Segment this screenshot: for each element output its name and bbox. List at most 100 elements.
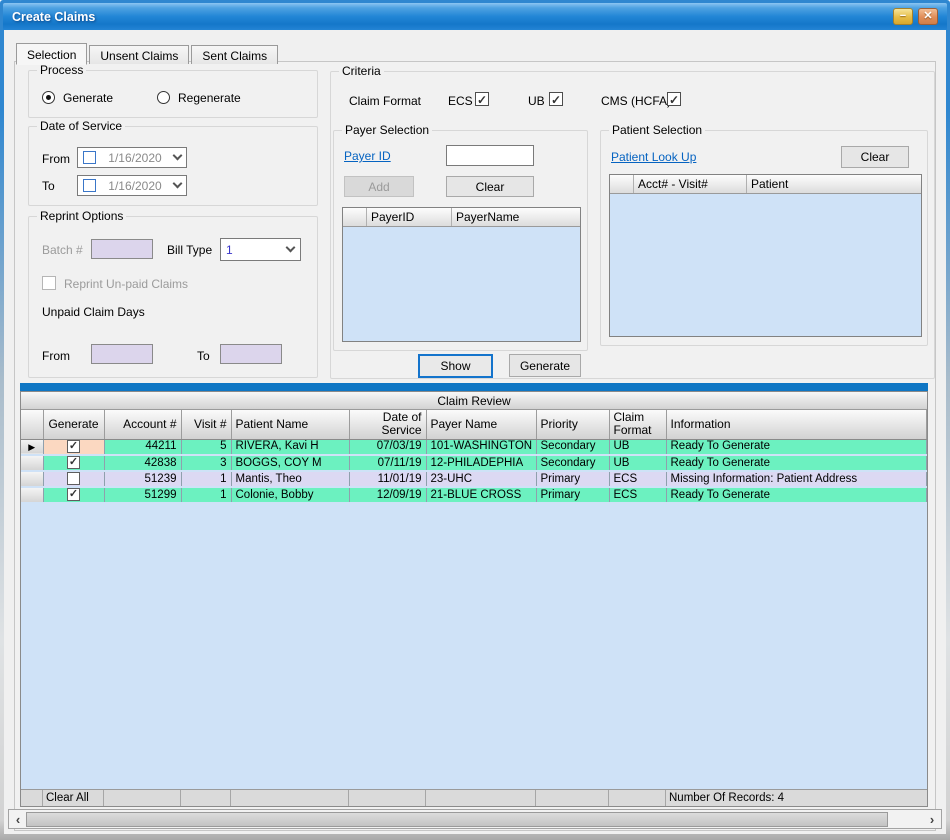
payer-grid[interactable]: PayerID PayerName <box>342 207 581 342</box>
unpaid-claim-days-label: Unpaid Claim Days <box>42 305 145 319</box>
tab-selection[interactable]: Selection <box>16 43 87 65</box>
client-area: Selection Unsent Claims Sent Claims Proc… <box>4 30 946 834</box>
grid-empty-area[interactable] <box>21 504 927 789</box>
payer-grid-header: PayerID PayerName <box>343 208 580 227</box>
table-row[interactable]: ▶ 42838 3 BOGGS, COY M 07/11/19 12-PHILA… <box>21 455 927 471</box>
scrollbar-thumb[interactable] <box>26 812 888 827</box>
tab-unsent-claims[interactable]: Unsent Claims <box>89 45 189 64</box>
column-header-patient-name[interactable]: Patient Name <box>231 410 349 439</box>
column-header-priority[interactable]: Priority <box>536 410 609 439</box>
claim-review-grid[interactable]: Claim Review Generate Account # Visit # … <box>20 391 928 807</box>
payer-grid-body[interactable] <box>343 227 580 341</box>
generate-checkbox[interactable] <box>67 472 80 485</box>
row-selector-cell[interactable]: ▶ <box>21 471 43 487</box>
payer-name-cell: 23-UHC <box>426 471 536 487</box>
payer-grid-header-payerid[interactable]: PayerID <box>367 208 452 226</box>
minimize-button[interactable]: − <box>893 8 913 25</box>
claim-format-cell: UB <box>609 455 666 471</box>
checkbox-ecs[interactable] <box>475 92 489 106</box>
dos-to-value: 1/16/2020 <box>101 179 169 193</box>
dos-from-date-picker[interactable]: 1/16/2020 <box>77 147 187 168</box>
date-checkbox[interactable] <box>83 179 96 192</box>
patient-grid-header-patient[interactable]: Patient <box>747 175 921 193</box>
visit-cell: 1 <box>181 471 231 487</box>
group-reprint-options-label: Reprint Options <box>37 209 126 223</box>
payer-id-input[interactable] <box>446 145 534 166</box>
unpaid-from-input[interactable] <box>91 344 153 364</box>
column-header-claim-format[interactable]: Claim Format <box>609 410 666 439</box>
generate-button[interactable]: Generate <box>509 354 581 377</box>
group-patient-selection-label: Patient Selection <box>609 123 705 137</box>
checkbox-ecs-label: ECS <box>448 94 473 108</box>
generate-cell[interactable] <box>43 487 104 503</box>
close-button[interactable]: ✕ <box>918 8 938 25</box>
generate-checkbox[interactable] <box>67 456 80 469</box>
scroll-left-icon: ‹ <box>16 812 20 827</box>
checkbox-cms[interactable] <box>667 92 681 106</box>
patient-look-up-link[interactable]: Patient Look Up <box>611 150 696 164</box>
patient-name-cell: BOGGS, COY M <box>231 455 349 471</box>
checkbox-ub[interactable] <box>549 92 563 106</box>
generate-cell[interactable] <box>43 455 104 471</box>
batch-number-input[interactable] <box>91 239 153 259</box>
footer-cell <box>609 790 666 806</box>
row-selector-cell[interactable]: ▶ <box>21 487 43 503</box>
group-date-of-service: Date of Service From 1/16/2020 To 1/16/2… <box>28 126 318 206</box>
tab-sent-claims[interactable]: Sent Claims <box>191 45 278 64</box>
clear-payer-button[interactable]: Clear <box>446 176 534 197</box>
dos-from-label: From <box>42 152 70 166</box>
dos-to-date-picker[interactable]: 1/16/2020 <box>77 175 187 196</box>
footer-cell <box>536 790 609 806</box>
group-date-of-service-label: Date of Service <box>37 119 125 133</box>
reprint-unpaid-label: Reprint Un-paid Claims <box>64 277 188 291</box>
show-button[interactable]: Show <box>418 354 493 378</box>
generate-checkbox[interactable] <box>67 488 80 501</box>
generate-checkbox[interactable] <box>67 440 80 453</box>
generate-cell[interactable] <box>43 439 104 455</box>
row-selector-cell[interactable]: ▶ <box>21 439 43 455</box>
radio-regenerate[interactable] <box>157 91 170 104</box>
unpaid-from-label: From <box>42 349 70 363</box>
record-count: Number Of Records: 4 <box>666 790 927 806</box>
column-header-visit[interactable]: Visit # <box>181 410 231 439</box>
radio-generate[interactable] <box>42 91 55 104</box>
row-selector-cell[interactable]: ▶ <box>21 455 43 471</box>
column-header-generate[interactable]: Generate <box>43 410 104 439</box>
table-row[interactable]: ▶ 51239 1 Mantis, Theo 11/01/19 23-UHC P… <box>21 471 927 487</box>
claim-review-caption: Claim Review <box>21 392 927 410</box>
date-of-service-cell: 07/03/19 <box>349 439 426 455</box>
scroll-left-button[interactable]: ‹ <box>10 811 26 827</box>
unpaid-to-label: To <box>197 349 210 363</box>
date-checkbox[interactable] <box>83 151 96 164</box>
column-header-account[interactable]: Account # <box>104 410 181 439</box>
patient-grid-body[interactable] <box>610 194 921 336</box>
unpaid-to-input[interactable] <box>220 344 282 364</box>
checkbox-cms-label: CMS (HCFA) <box>601 94 671 108</box>
patient-grid-header-acct[interactable]: Acct# - Visit# <box>634 175 747 193</box>
chevron-down-icon[interactable] <box>173 179 183 189</box>
add-payer-button[interactable]: Add <box>344 176 414 197</box>
chevron-down-icon[interactable] <box>173 151 183 161</box>
scroll-right-button[interactable]: › <box>924 811 940 827</box>
patient-grid[interactable]: Acct# - Visit# Patient <box>609 174 922 337</box>
title-bar: Create Claims − ✕ <box>3 3 947 30</box>
column-header-date-of-service[interactable]: Date of Service <box>349 410 426 439</box>
bill-type-label: Bill Type <box>167 243 212 257</box>
account-cell: 51239 <box>104 471 181 487</box>
horizontal-scrollbar[interactable]: ‹ › <box>8 809 942 829</box>
clear-all-cell[interactable]: Clear All <box>43 790 104 806</box>
table-row[interactable]: ▶ 51299 1 Colonie, Bobby 12/09/19 21-BLU… <box>21 487 927 503</box>
clear-patient-button[interactable]: Clear <box>841 146 909 168</box>
claim-format-label: Claim Format <box>349 94 421 108</box>
column-header-payer-name[interactable]: Payer Name <box>426 410 536 439</box>
payer-grid-header-payername[interactable]: PayerName <box>452 208 580 226</box>
generate-cell[interactable] <box>43 471 104 487</box>
reprint-unpaid-checkbox[interactable] <box>42 276 56 290</box>
date-of-service-cell: 12/09/19 <box>349 487 426 503</box>
payer-id-link[interactable]: Payer ID <box>344 149 391 163</box>
bill-type-select[interactable]: 1 <box>220 238 301 261</box>
table-row[interactable]: ▶ 44211 5 RIVERA, Kavi H 07/03/19 101-WA… <box>21 439 927 455</box>
footer-cell <box>104 790 181 806</box>
column-header-information[interactable]: Information <box>666 410 927 439</box>
dos-from-value: 1/16/2020 <box>101 151 169 165</box>
